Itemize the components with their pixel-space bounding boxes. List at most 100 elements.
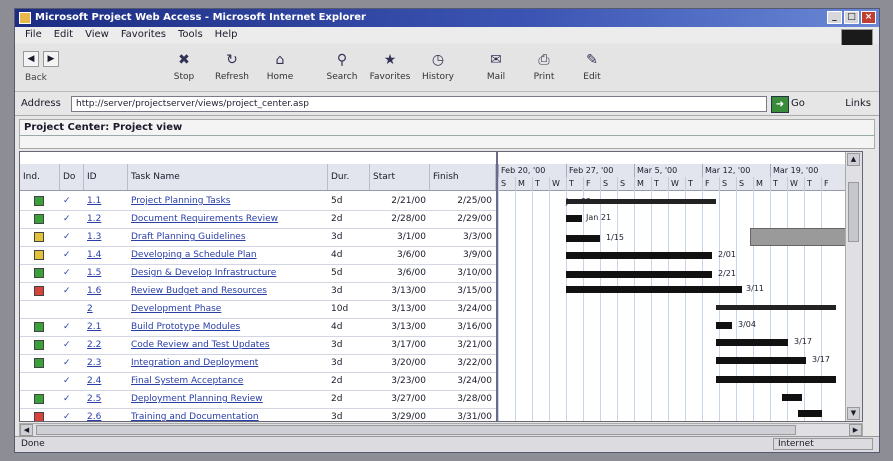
task-name[interactable]: Code Review and Test Updates (128, 336, 328, 354)
status-indicator-icon (34, 214, 44, 224)
scroll-up-icon[interactable]: ▲ (847, 153, 860, 166)
task-name[interactable]: Developing a Schedule Plan (128, 246, 328, 264)
task-name[interactable]: Review Budget and Resources (128, 282, 328, 300)
task-bar[interactable] (566, 271, 712, 278)
scroll-left-icon[interactable]: ◀ (20, 424, 33, 436)
maximize-button[interactable]: □ (844, 11, 859, 24)
task-id[interactable]: 2.6 (84, 408, 128, 421)
search-icon: ⚲ (336, 52, 348, 68)
timescale-week: Feb 27, '00 (566, 164, 634, 177)
vertical-scroll-thumb[interactable] (848, 182, 859, 242)
mail-button[interactable]: ✉ Mail (473, 49, 519, 87)
gridline (549, 190, 550, 421)
col-duration[interactable]: Dur. (328, 164, 370, 190)
task-name[interactable]: Draft Planning Guidelines (128, 228, 328, 246)
menu-help[interactable]: Help (215, 27, 238, 43)
col-id[interactable]: ID (84, 164, 128, 190)
table-row[interactable]: ✓ 1.5 Design & Develop Infrastructure 5d 3/6… (20, 264, 496, 283)
task-id[interactable]: 1.4 (84, 246, 128, 264)
bar-label: Jan 02 (566, 197, 592, 206)
task-id[interactable]: 2 (84, 300, 128, 318)
task-bar[interactable] (566, 286, 742, 293)
task-name[interactable]: Build Prototype Modules (128, 318, 328, 336)
task-id[interactable]: 1.3 (84, 228, 128, 246)
search-button[interactable]: ⚲ Search (319, 49, 365, 87)
col-done[interactable]: Do (60, 164, 84, 190)
scroll-right-icon[interactable]: ▶ (849, 424, 862, 436)
task-bar[interactable] (716, 357, 806, 364)
menu-favorites[interactable]: Favorites (121, 27, 166, 43)
table-row[interactable]: ✓ 2.2 Code Review and Test Updates 3d 3/17/0… (20, 336, 496, 355)
back-arrow-icon[interactable]: ◀ (23, 51, 39, 67)
col-start[interactable]: Start (370, 164, 430, 190)
gridline (617, 190, 618, 421)
task-name[interactable]: Design & Develop Infrastructure (128, 264, 328, 282)
forward-arrow-icon[interactable]: ▶ (43, 51, 59, 67)
table-row[interactable]: ✓ 2.5 Deployment Planning Review 2d 3/27/00 3… (20, 390, 496, 409)
print-button[interactable]: ⎙ Print (521, 49, 567, 87)
task-bar[interactable] (716, 376, 836, 383)
col-task-name[interactable]: Task Name (128, 164, 328, 190)
go-arrow-icon[interactable]: ➜ (771, 96, 789, 113)
stop-button[interactable]: ✖ Stop (161, 49, 207, 87)
menu-file[interactable]: File (25, 27, 42, 43)
task-bar[interactable] (798, 410, 822, 417)
timescale-day: M (515, 177, 532, 190)
gridline (702, 190, 703, 421)
table-row[interactable]: ✓ 2.6 Training and Documentation 3d 3/29/00 3… (20, 408, 496, 421)
table-row[interactable]: ✓ 1.4 Developing a Schedule Plan 4d 3/6/00 3/… (20, 246, 496, 265)
menu-view[interactable]: View (85, 27, 109, 43)
task-name[interactable]: Final System Acceptance (128, 372, 328, 390)
table-row[interactable]: ✓ 1.2 Document Requirements Review 2d 2/28/0… (20, 210, 496, 229)
task-id[interactable]: 2.5 (84, 390, 128, 408)
task-name[interactable]: Deployment Planning Review (128, 390, 328, 408)
status-indicator-icon (34, 250, 44, 260)
edit-button[interactable]: ✎ Edit (569, 49, 615, 87)
col-finish[interactable]: Finish (430, 164, 496, 190)
task-id[interactable]: 1.5 (84, 264, 128, 282)
refresh-button[interactable]: ↻ Refresh (209, 49, 255, 87)
task-id[interactable]: 1.1 (84, 192, 128, 210)
address-input[interactable]: http://server/projectserver/views/projec… (71, 96, 767, 112)
task-bar[interactable] (716, 339, 788, 346)
table-row[interactable]: ✓ 1.6 Review Budget and Resources 3d 3/13/00… (20, 282, 496, 301)
minimize-button[interactable]: _ (827, 11, 842, 24)
summary-bar[interactable] (716, 305, 836, 310)
task-bar[interactable] (566, 215, 582, 222)
task-name[interactable]: Development Phase (128, 300, 328, 318)
task-id[interactable]: 2.1 (84, 318, 128, 336)
task-bar[interactable] (782, 394, 802, 401)
task-bar[interactable] (716, 322, 732, 329)
history-button[interactable]: ◷ History (415, 49, 461, 87)
home-button[interactable]: ⌂ Home (257, 49, 303, 87)
task-bar[interactable] (566, 235, 600, 242)
task-name[interactable]: Document Requirements Review (128, 210, 328, 228)
horizontal-scrollbar[interactable]: ◀ ▶ (19, 423, 863, 437)
task-bar[interactable] (566, 252, 712, 259)
task-id[interactable]: 1.2 (84, 210, 128, 228)
table-row[interactable]: ✓ 1.1 Project Planning Tasks 5d 2/21/00 2/25/… (20, 192, 496, 211)
table-row[interactable]: ✓ 2.4 Final System Acceptance 2d 3/23/00 3/24… (20, 372, 496, 391)
table-row[interactable]: ✓ 2.3 Integration and Deployment 3d 3/20/00 3… (20, 354, 496, 373)
task-name[interactable]: Project Planning Tasks (128, 192, 328, 210)
task-name[interactable]: Integration and Deployment (128, 354, 328, 372)
vertical-scrollbar[interactable]: ▲ ▼ (845, 152, 862, 421)
favorites-button[interactable]: ★ Favorites (367, 49, 413, 87)
task-id[interactable]: 1.6 (84, 282, 128, 300)
timescale-day: M (634, 177, 651, 190)
go-button[interactable]: Go (791, 98, 805, 109)
task-id[interactable]: 2.2 (84, 336, 128, 354)
scroll-down-icon[interactable]: ▼ (847, 407, 860, 420)
links-button[interactable]: Links (845, 98, 871, 109)
close-button[interactable]: × (861, 11, 876, 24)
table-row[interactable]: ✓ 2.1 Build Prototype Modules 4d 3/13/00 3/16… (20, 318, 496, 337)
table-row[interactable]: 2 Development Phase 10d 3/13/00 3/24/00 (20, 300, 496, 319)
horizontal-scroll-thumb[interactable] (36, 425, 796, 435)
menu-edit[interactable]: Edit (54, 27, 73, 43)
task-id[interactable]: 2.3 (84, 354, 128, 372)
col-indicator[interactable]: Ind. (20, 164, 60, 190)
task-name[interactable]: Training and Documentation (128, 408, 328, 421)
table-row[interactable]: ✓ 1.3 Draft Planning Guidelines 3d 3/1/00 3/3… (20, 228, 496, 247)
task-id[interactable]: 2.4 (84, 372, 128, 390)
menu-tools[interactable]: Tools (178, 27, 203, 43)
